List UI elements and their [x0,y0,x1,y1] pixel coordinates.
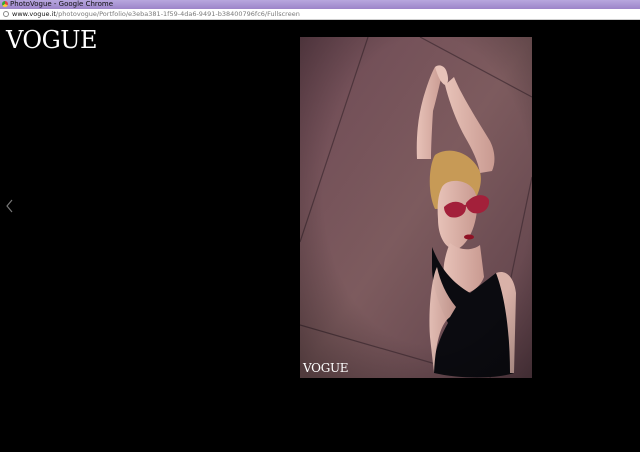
window-title: PhotoVogue - Google Chrome [10,0,114,8]
address-bar[interactable]: www.vogue.it/photovogue/Portfolio/e3eba3… [0,9,640,20]
photo-illustration [300,37,532,378]
vogue-logo[interactable]: VOGUE [6,27,98,53]
page-info-icon[interactable] [3,11,9,17]
chrome-icon [2,1,8,7]
vogue-watermark: VOGUE [303,361,349,375]
portfolio-photo[interactable]: VOGUE [300,37,532,378]
chevron-left-icon[interactable] [5,198,15,214]
browser-title-bar: PhotoVogue - Google Chrome [0,0,640,9]
fullscreen-viewer: VOGUE VOGUE [0,20,640,452]
url-host[interactable]: www.vogue.it [12,10,56,18]
url-path[interactable]: /photovogue/Portfolio/e3eba381-1f59-4da6… [56,10,300,18]
